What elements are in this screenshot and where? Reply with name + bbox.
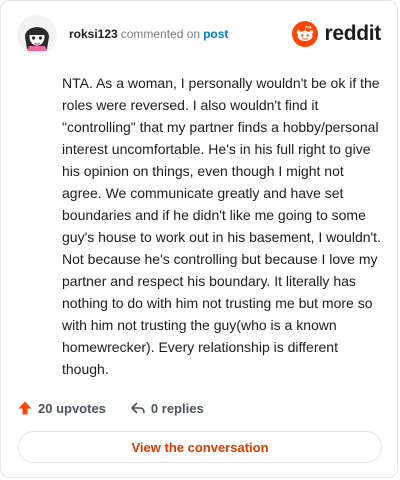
reddit-snoo-icon: [292, 21, 319, 47]
reply-count: 0 replies: [150, 400, 204, 416]
reply-button[interactable]: 0 replies: [130, 400, 204, 416]
reply-arrow-icon: [131, 402, 145, 414]
upvote-button[interactable]: 20 upvotes: [17, 400, 106, 416]
view-conversation-button[interactable]: View the conversation: [18, 431, 382, 463]
comment-header: roksi123 commented on post reddit: [13, 13, 385, 57]
comment-actions: 20 upvotes 0 replies: [17, 397, 204, 419]
reddit-logo[interactable]: reddit: [292, 19, 381, 49]
comment-body: NTA. As a woman, I personally wouldn't b…: [62, 75, 381, 377]
comment-card: roksi123 commented on post reddit NTA. As …: [0, 0, 398, 478]
reddit-wordmark: reddit: [324, 22, 381, 45]
byline: roksi123 commented on post: [69, 27, 228, 41]
action-text: commented on: [120, 27, 201, 41]
avatar[interactable]: [17, 15, 57, 55]
arrow-up-icon: [18, 401, 32, 415]
avatar-illustration-icon: [17, 15, 57, 55]
upvote-count: 20 upvotes: [38, 400, 106, 416]
username-link[interactable]: roksi123: [69, 27, 118, 41]
post-link[interactable]: post: [203, 27, 228, 41]
